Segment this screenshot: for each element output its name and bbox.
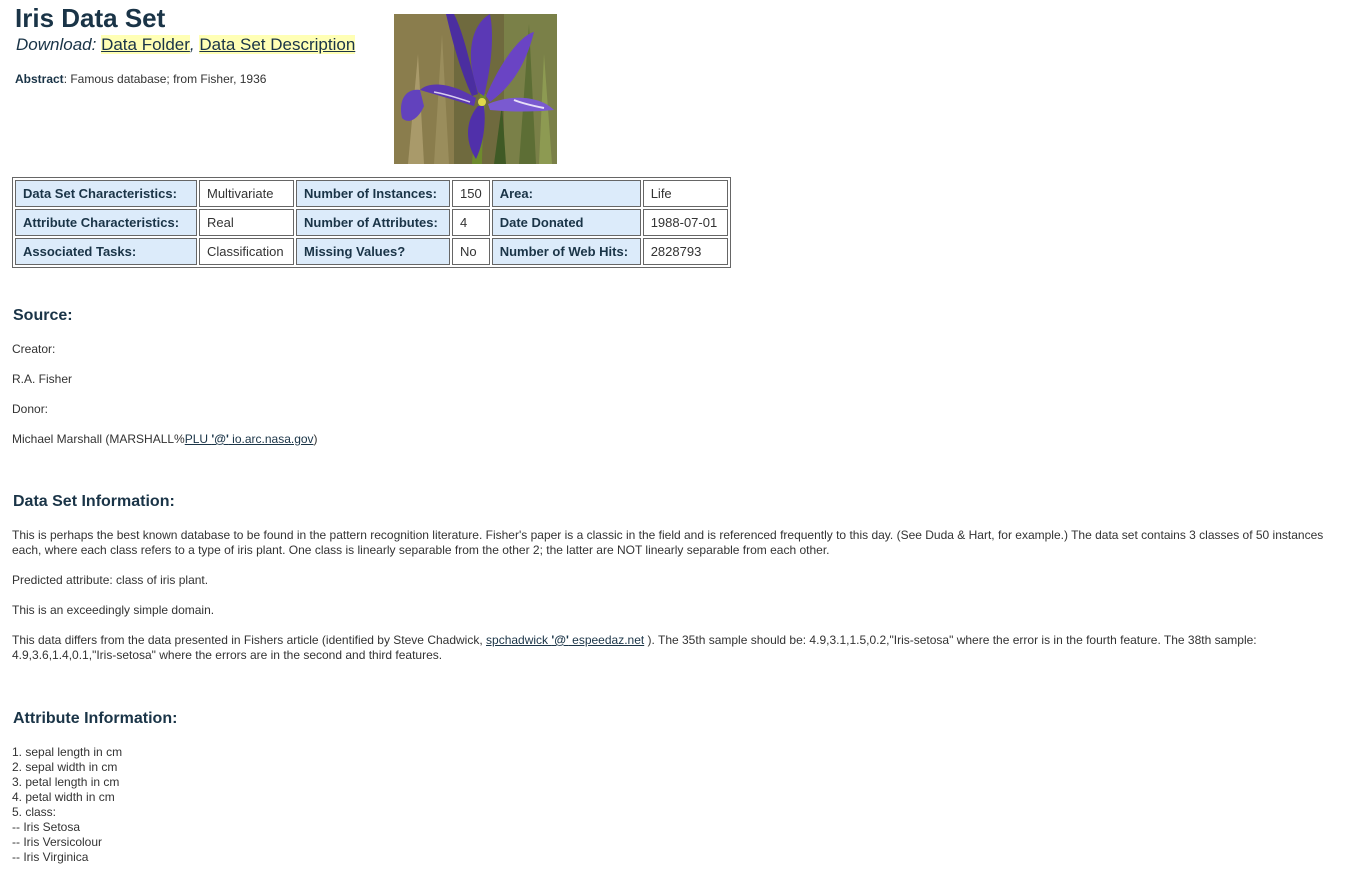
attributes-count-value: 4: [452, 209, 490, 236]
list-item: -- Iris Virginica: [12, 850, 89, 864]
instances-label: Number of Instances:: [296, 180, 450, 207]
web-hits-value: 2828793: [642, 238, 728, 265]
donor-label: Donor:: [12, 402, 49, 416]
list-item: 1. sepal length in cm: [12, 745, 123, 759]
page-title: Iris Data Set: [15, 3, 166, 33]
donor-email-domain: io.arc.nasa.gov: [228, 432, 314, 446]
associated-tasks-label: Associated Tasks:: [15, 238, 197, 265]
characteristics-value: Multivariate: [199, 180, 294, 207]
table-row: Associated Tasks: Classification Missing…: [15, 238, 728, 265]
table-row: Data Set Characteristics: Multivariate N…: [15, 180, 728, 207]
data-folder-link[interactable]: Data Folder: [101, 35, 190, 54]
list-item: 2. sepal width in cm: [12, 760, 118, 774]
attribute-characteristics-label: Attribute Characteristics:: [15, 209, 197, 236]
chadwick-email-link[interactable]: spchadwick '@' espeedaz.net: [486, 633, 644, 647]
download-colon: :: [91, 35, 97, 54]
data-set-properties-table: Data Set Characteristics: Multivariate N…: [12, 177, 731, 268]
donor-prefix: Michael Marshall (MARSHALL%: [12, 432, 185, 446]
chadwick-email-part: spchadwick: [486, 633, 552, 647]
info-paragraph-2: Predicted attribute: class of iris plant…: [12, 573, 209, 587]
donor-email-link[interactable]: PLU '@' io.arc.nasa.gov: [185, 432, 314, 446]
link-separator: ,: [189, 35, 195, 54]
attribute-information-heading: Attribute Information:: [13, 710, 178, 727]
list-item: -- Iris Setosa: [12, 820, 81, 834]
data-set-information-heading: Data Set Information:: [13, 493, 175, 510]
list-item: 3. petal length in cm: [12, 775, 120, 789]
list-item: 5. class:: [12, 805, 57, 819]
list-item: 4. petal width in cm: [12, 790, 115, 804]
abstract-label: Abstract: [15, 72, 64, 86]
iris-flower-illustration: [394, 14, 557, 164]
abstract-text: : Famous database; from Fisher, 1936: [63, 72, 267, 86]
date-donated-label: Date Donated: [491, 209, 641, 236]
characteristics-label: Data Set Characteristics:: [15, 180, 197, 207]
download-line: Download: Data Folder, Data Set Descript…: [16, 34, 356, 56]
creator-label: Creator:: [12, 342, 56, 356]
associated-tasks-value: Classification: [199, 238, 294, 265]
at-symbol: '@': [211, 432, 229, 446]
donor-email-part: PLU: [184, 432, 212, 446]
download-label: Download: [16, 35, 92, 54]
list-item: -- Iris Versicolour: [12, 835, 103, 849]
area-value: Life: [642, 180, 728, 207]
missing-values-label: Missing Values?: [296, 238, 450, 265]
missing-values-value: No: [452, 238, 490, 265]
area-label: Area:: [491, 180, 641, 207]
attribute-list: 1. sepal length in cm 2. sepal width in …: [12, 745, 122, 865]
info-paragraph-1: This is perhaps the best known database …: [12, 528, 1324, 557]
info-paragraph-3: This is an exceedingly simple domain.: [12, 603, 215, 617]
web-hits-label: Number of Web Hits:: [491, 238, 641, 265]
data-set-description-link[interactable]: Data Set Description: [199, 35, 356, 54]
table-row: Attribute Characteristics: Real Number o…: [15, 209, 728, 236]
creator-name: R.A. Fisher: [12, 372, 73, 386]
donor-suffix: ): [313, 432, 318, 446]
info-paragraph-4: This data differs from the data presente…: [12, 633, 1347, 663]
date-donated-value: 1988-07-01: [642, 209, 728, 236]
attributes-count-label: Number of Attributes:: [296, 209, 450, 236]
at-symbol: '@': [551, 633, 569, 647]
chadwick-email-domain: espeedaz.net: [568, 633, 645, 647]
attribute-characteristics-value: Real: [199, 209, 294, 236]
source-heading: Source:: [13, 307, 73, 324]
donor-line: Michael Marshall (MARSHALL%PLU '@' io.ar…: [12, 432, 1347, 447]
iris-flower-image: [394, 14, 557, 164]
info-p4-prefix: This data differs from the data presente…: [12, 633, 487, 647]
instances-value: 150: [452, 180, 490, 207]
abstract: Abstract: Famous database; from Fisher, …: [15, 71, 266, 87]
